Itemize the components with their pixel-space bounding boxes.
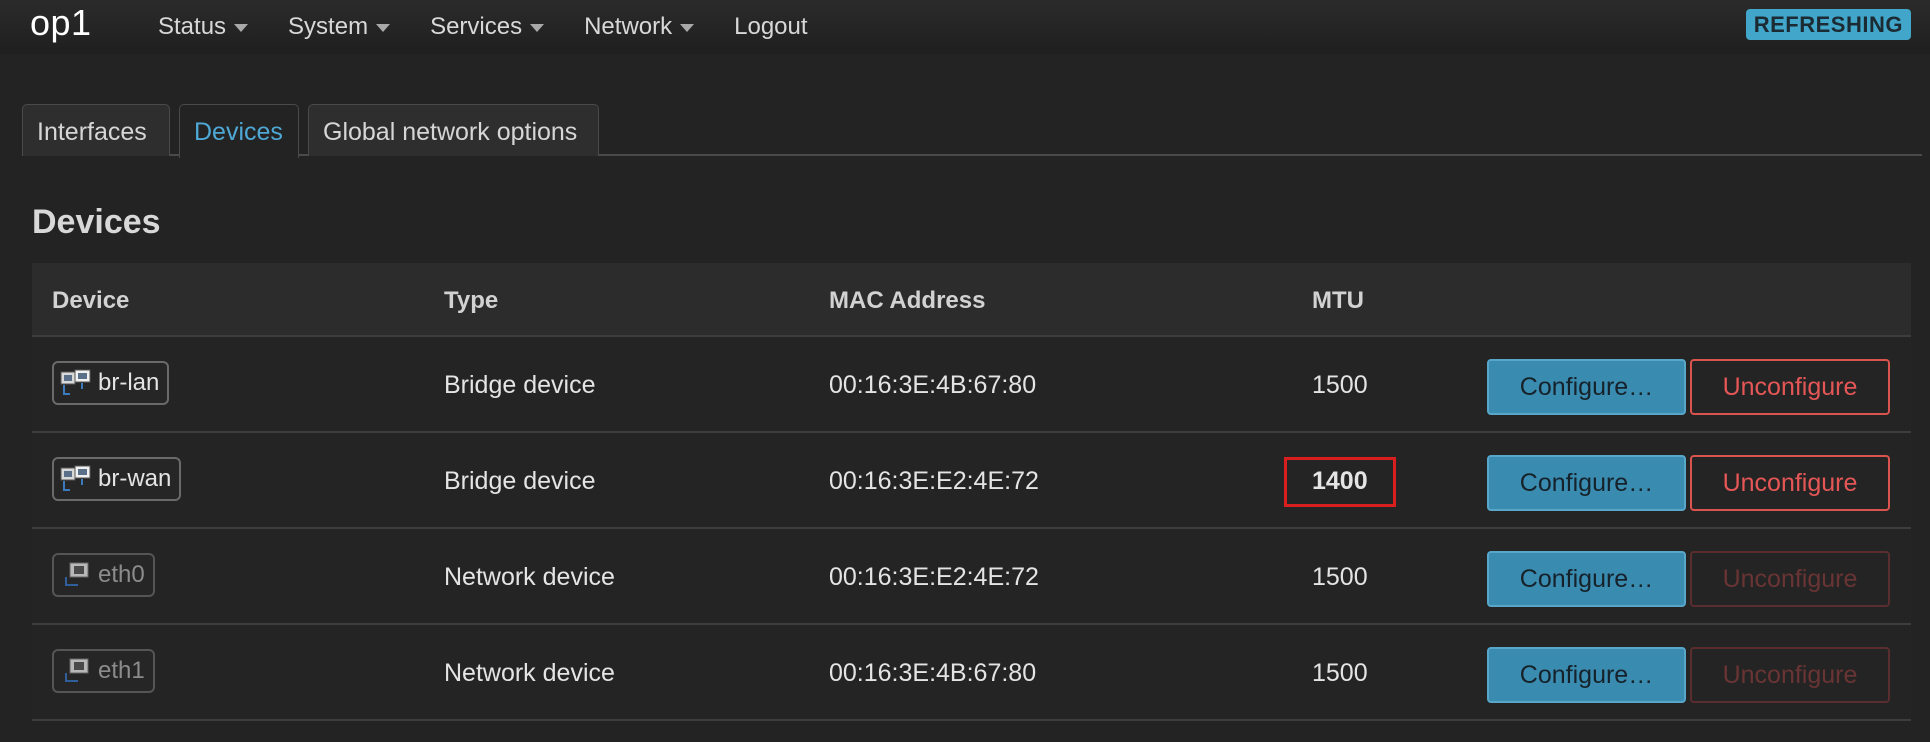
device-name: br-wan <box>98 465 172 492</box>
mac-address: 00:16:3E:4B:67:80 <box>829 371 1037 399</box>
header-device: Device <box>52 287 130 314</box>
device-type: Bridge device <box>444 371 596 399</box>
mtu-value: 1500 <box>1312 659 1368 687</box>
configure-button[interactable]: Configure… <box>1487 455 1686 511</box>
main-menu: Status System Services Network Logout <box>158 10 828 44</box>
device-badge: br-lan <box>52 361 170 405</box>
menu-network[interactable]: Network <box>564 10 714 44</box>
table-row: eth1 Network device 00:16:3E:4B:67:80 15… <box>32 625 1911 721</box>
mtu-value: 1400 <box>1312 467 1368 495</box>
device-type: Network device <box>444 659 615 687</box>
table-row: br-wan Bridge device 00:16:3E:E2:4E:72 1… <box>32 433 1911 529</box>
chevron-down-icon <box>234 24 249 32</box>
menu-logout[interactable]: Logout <box>714 10 827 44</box>
tab-interfaces[interactable]: Interfaces <box>22 104 170 156</box>
unconfigure-button: Unconfigure <box>1690 551 1890 607</box>
bridge-icon <box>60 465 91 491</box>
table-row: eth0 Network device 00:16:3E:E2:4E:72 15… <box>32 529 1911 625</box>
device-type: Network device <box>444 563 615 591</box>
ethernet-port-icon <box>65 658 89 682</box>
mac-address: 00:16:3E:E2:4E:72 <box>829 563 1039 591</box>
menu-services-label: Services <box>430 13 523 40</box>
devices-table: Device Type MAC Address MTU br-lan Bridg… <box>32 263 1911 721</box>
device-badge: eth0 <box>52 553 155 597</box>
menu-status[interactable]: Status <box>158 10 268 44</box>
device-name: eth1 <box>98 657 145 684</box>
device-name: br-lan <box>98 369 160 396</box>
menu-system-label: System <box>288 13 369 40</box>
header-mtu: MTU <box>1312 287 1364 314</box>
menu-logout-label: Logout <box>734 13 808 40</box>
mac-address: 00:16:3E:4B:67:80 <box>829 659 1037 687</box>
page-title: Devices <box>32 203 161 241</box>
tab-devices[interactable]: Devices <box>179 104 299 158</box>
chevron-down-icon <box>680 24 695 32</box>
unconfigure-button: Unconfigure <box>1690 647 1890 703</box>
bridge-icon <box>60 369 91 395</box>
chevron-down-icon <box>376 24 391 32</box>
unconfigure-button[interactable]: Unconfigure <box>1690 455 1890 511</box>
configure-button[interactable]: Configure… <box>1487 647 1686 703</box>
menu-network-label: Network <box>584 13 673 40</box>
menu-system[interactable]: System <box>268 10 410 44</box>
table-row: br-lan Bridge device 00:16:3E:4B:67:80 1… <box>32 337 1911 433</box>
ethernet-port-icon <box>65 562 89 586</box>
menu-status-label: Status <box>158 13 227 40</box>
mtu-value: 1500 <box>1312 563 1368 591</box>
header-mac: MAC Address <box>829 287 986 314</box>
header-type: Type <box>444 287 499 314</box>
mtu-value: 1500 <box>1312 371 1368 399</box>
mac-address: 00:16:3E:E2:4E:72 <box>829 467 1039 495</box>
table-header: Device Type MAC Address MTU <box>32 263 1911 337</box>
device-badge: br-wan <box>52 457 182 501</box>
device-type: Bridge device <box>444 467 596 495</box>
device-badge: eth1 <box>52 649 155 693</box>
chevron-down-icon <box>530 24 545 32</box>
unconfigure-button[interactable]: Unconfigure <box>1690 359 1890 415</box>
refreshing-indicator[interactable]: REFRESHING <box>1745 9 1911 40</box>
network-tabs: Interfaces Devices Global network option… <box>22 104 1922 158</box>
device-name: eth0 <box>98 561 145 588</box>
brand-hostname[interactable]: op1 <box>30 2 92 44</box>
top-navbar: op1 Status System Services Network Logou… <box>0 0 1930 54</box>
configure-button[interactable]: Configure… <box>1487 551 1686 607</box>
menu-services[interactable]: Services <box>410 10 564 44</box>
configure-button[interactable]: Configure… <box>1487 359 1686 415</box>
tab-global-network-options[interactable]: Global network options <box>308 104 599 156</box>
